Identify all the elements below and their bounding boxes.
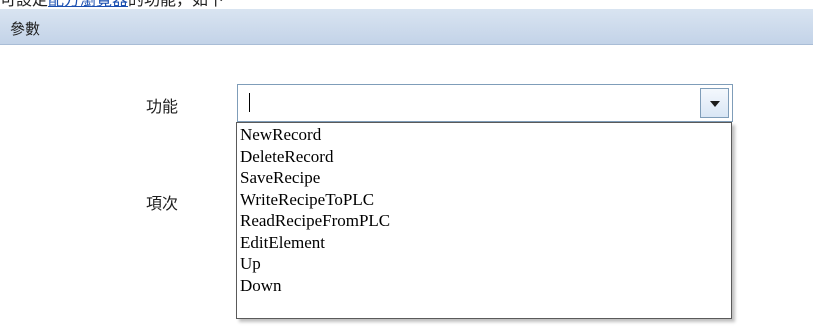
- dropdown-option-read-recipe-from-plc[interactable]: ReadRecipeFromPLC: [237, 210, 731, 232]
- function-combobox[interactable]: [237, 84, 733, 122]
- chevron-down-icon: [710, 101, 720, 107]
- caption-prefix: 可設定: [0, 0, 48, 9]
- dropdown-option-write-recipe-to-plc[interactable]: WriteRecipeToPLC: [237, 189, 731, 211]
- caption-strip: 可設定配方瀏覽器的功能，如下: [0, 0, 813, 9]
- dropdown-toggle-button[interactable]: [700, 88, 729, 118]
- caption-text: 可設定配方瀏覽器的功能，如下: [0, 0, 224, 9]
- text-caret: [249, 93, 250, 112]
- dropdown-option-new-record[interactable]: NewRecord: [237, 124, 731, 146]
- group-title: 參數: [10, 20, 41, 38]
- function-label: 功能: [146, 97, 179, 116]
- item-label: 項次: [146, 194, 179, 213]
- parameters-group-header: 參數: [0, 9, 813, 45]
- dropdown-option-down[interactable]: Down: [237, 275, 731, 297]
- function-input[interactable]: [238, 85, 710, 121]
- dropdown-option-edit-element[interactable]: EditElement: [237, 232, 731, 254]
- dropdown-option-up[interactable]: Up: [237, 253, 731, 275]
- dropdown-option-save-recipe[interactable]: SaveRecipe: [237, 167, 731, 189]
- caption-link[interactable]: 配方瀏覽器: [48, 0, 128, 9]
- function-dropdown-list[interactable]: NewRecord DeleteRecord SaveRecipe WriteR…: [236, 122, 732, 319]
- dropdown-option-delete-record[interactable]: DeleteRecord: [237, 146, 731, 168]
- caption-suffix: 的功能，如下: [128, 0, 224, 9]
